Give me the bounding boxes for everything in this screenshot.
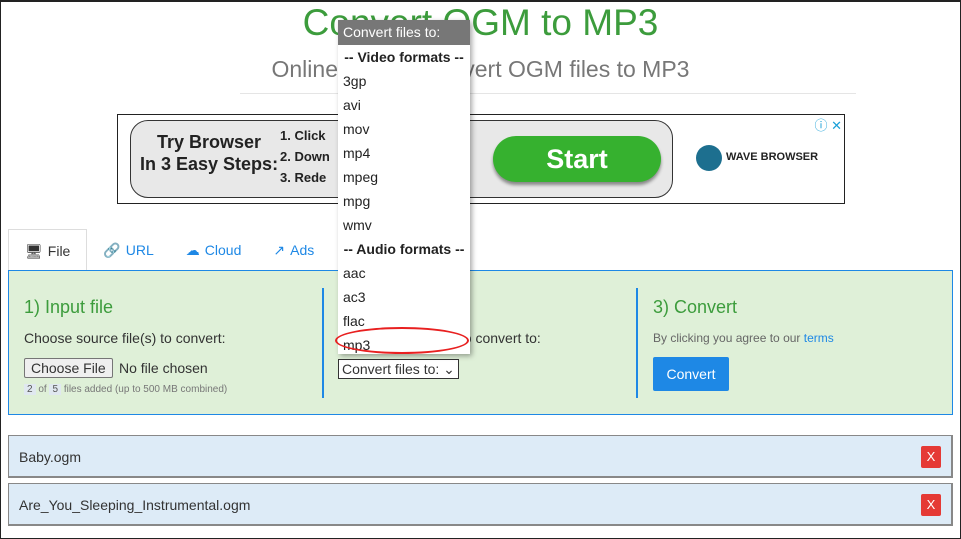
convert-panel: 1) Input file Choose source file(s) to c… <box>8 270 953 415</box>
tab-ads[interactable]: ↗ Ads <box>257 229 330 271</box>
ad-step-1: 1. Click <box>280 128 326 143</box>
source-tabs: 🖥 File 🔗 URL ☁ Cloud ↗ Ads <box>8 229 330 271</box>
tab-cloud[interactable]: ☁ Cloud <box>170 229 258 271</box>
files-of-text: of <box>38 384 47 395</box>
ad-step-3: 3. Rede <box>280 170 327 185</box>
format-select-value: Convert files to: <box>342 361 440 377</box>
tab-label: File <box>47 243 71 259</box>
terms-agree-text: By clicking you agree to our <box>653 331 801 345</box>
monitor-icon: 🖥 <box>25 243 43 259</box>
ad-steps: 1. Click 2. Down 3. Rede <box>280 125 330 188</box>
option-avi[interactable]: avi <box>338 93 470 117</box>
choose-file-button[interactable]: Choose File <box>24 358 113 378</box>
ad-banner[interactable]: Try Browser In 3 Easy Steps: 1. Click 2. D… <box>117 114 845 204</box>
option-3gp[interactable]: 3gp <box>338 69 470 93</box>
option-mov[interactable]: mov <box>338 117 470 141</box>
page-subtitle: Online & free - convert OGM files to MP3 <box>271 56 690 82</box>
ad-controls: ⓘ ✕ <box>814 115 842 134</box>
convert-button[interactable]: Convert <box>653 357 729 391</box>
chevron-down-icon: ⌄ <box>443 361 455 377</box>
step1-label: Choose source file(s) to convert: <box>24 330 226 346</box>
link-icon: 🔗 <box>103 242 121 258</box>
optgroup-audio: -- Audio formats -- <box>343 241 465 257</box>
column-divider <box>322 288 324 398</box>
ad-headline: Try Browser In 3 Easy Steps: <box>140 131 278 175</box>
optgroup-video: -- Video formats -- <box>344 49 464 65</box>
divider <box>240 93 856 94</box>
ad-brand: WAVE BROWSER <box>726 151 819 163</box>
no-file-text: No file chosen <box>119 360 208 376</box>
file-name: Baby.ogm <box>19 449 81 465</box>
remove-file-button[interactable]: X <box>921 446 941 468</box>
column-divider <box>636 288 638 398</box>
wave-logo-icon <box>696 145 722 171</box>
file-row: Baby.ogm X <box>8 435 953 478</box>
tab-label: Ads <box>290 242 315 258</box>
option-mpg[interactable]: mpg <box>338 189 470 213</box>
ad-headline-line-2: In 3 Easy Steps: <box>140 154 279 174</box>
terms-link[interactable]: terms <box>804 331 834 345</box>
option-ac3[interactable]: ac3 <box>338 285 470 309</box>
remove-file-button[interactable]: X <box>921 494 941 516</box>
tab-file[interactable]: 🖥 File <box>8 229 88 271</box>
cloud-upload-icon: ☁ <box>185 242 200 258</box>
file-row: Are_You_Sleeping_Instrumental.ogm X <box>8 483 953 526</box>
terms-text: By clicking you agree to our terms <box>653 331 834 345</box>
ad-step-2: 2. Down <box>280 149 330 164</box>
tab-label: URL <box>125 242 154 258</box>
step3-title: 3) Convert <box>653 297 738 317</box>
tab-url[interactable]: 🔗 URL <box>87 229 169 271</box>
ad-headline-line-1: Try Browser <box>157 132 262 152</box>
highlight-circle <box>335 327 469 354</box>
file-name: Are_You_Sleeping_Instrumental.ogm <box>19 497 251 513</box>
option-mp4[interactable]: mp4 <box>338 141 470 165</box>
option-wmv[interactable]: wmv <box>338 213 470 237</box>
format-select[interactable]: Convert files to: ⌄ <box>338 359 459 379</box>
step1-title: 1) Input file <box>24 297 114 317</box>
format-dropdown-list[interactable]: Convert files to: -- Video formats -- 3g… <box>338 20 470 354</box>
tab-label: Cloud <box>204 242 242 258</box>
files-max-count: 5 <box>49 384 62 395</box>
files-added-text: files added (up to 500 MB combined) <box>63 384 228 395</box>
page-title: Convert OGM to MP3 <box>302 2 659 43</box>
dropdown-option-placeholder[interactable]: Convert files to: <box>338 20 470 45</box>
option-aac[interactable]: aac <box>338 261 470 285</box>
option-mpeg[interactable]: mpeg <box>338 165 470 189</box>
files-count: 2 of 5 files added (up to 500 MB combine… <box>24 384 227 395</box>
ad-close-icon[interactable]: ✕ <box>831 118 842 133</box>
files-added-count: 2 <box>24 384 36 395</box>
external-link-icon: ↗ <box>273 242 286 258</box>
ad-info-icon[interactable]: ⓘ <box>814 118 827 133</box>
ad-start-button[interactable]: Start <box>493 136 661 182</box>
